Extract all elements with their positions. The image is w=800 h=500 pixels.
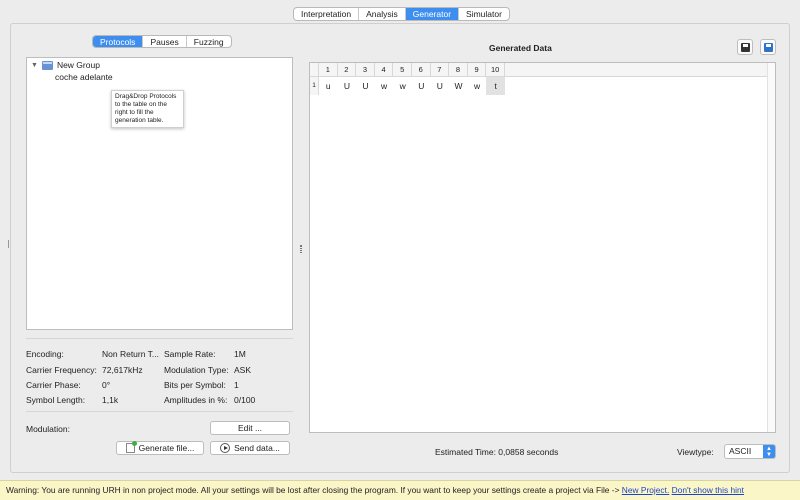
modulation-type-label: Modulation Type:: [164, 365, 229, 375]
expand-triangle-icon[interactable]: ▼: [31, 62, 38, 69]
tree-group-row[interactable]: ▼ New Group: [31, 60, 100, 70]
edit-modulation-button[interactable]: Edit ...: [210, 421, 290, 435]
estimated-time: Estimated Time: 0,0858 seconds: [435, 447, 559, 457]
warning-bar: Warning: You are running URH in non proj…: [0, 480, 800, 500]
column-header[interactable]: 5: [393, 63, 412, 77]
modulation-type-value: ASK: [234, 365, 252, 375]
chevron-updown-icon: ▲ ▼: [763, 445, 775, 458]
symbol-length-value: 1,1k: [102, 395, 119, 405]
tab-simulator[interactable]: Simulator: [459, 8, 509, 20]
bits-per-symbol-value: 1: [234, 380, 239, 390]
drag-drop-tooltip: Drag&Drop Protocols to the table on the …: [111, 90, 184, 128]
generated-data-table[interactable]: 1 2 3 4 5 6 7 8 9 10 1 u U U w w U U W w…: [309, 62, 776, 433]
table-cell[interactable]: U: [356, 77, 375, 95]
viewtype-label: Viewtype:: [677, 447, 714, 457]
send-data-button[interactable]: Send data...: [210, 441, 290, 455]
viewtype-select[interactable]: ASCII ▲ ▼: [724, 444, 776, 459]
amplitudes-value: 0/100: [234, 395, 256, 405]
amplitudes-label: Amplitudes in %:: [164, 395, 228, 405]
column-header[interactable]: 4: [375, 63, 394, 77]
generate-file-button[interactable]: Generate file...: [116, 441, 204, 455]
carrier-frequency-label: Carrier Frequency:: [26, 365, 97, 375]
bits-per-symbol-label: Bits per Symbol:: [164, 380, 226, 390]
encoding-value: Non Return T...: [102, 349, 160, 359]
table-cell[interactable]: w: [375, 77, 394, 95]
table-cell[interactable]: U: [431, 77, 450, 95]
sample-rate-label: Sample Rate:: [164, 349, 216, 359]
generated-data-title: Generated Data: [489, 43, 552, 53]
column-header[interactable]: 7: [431, 63, 450, 77]
table-cell[interactable]: w: [393, 77, 412, 95]
warning-text: Warning: You are running URH in non proj…: [6, 485, 622, 495]
symbol-length-label: Symbol Length:: [26, 395, 86, 405]
save-as-button[interactable]: [760, 39, 776, 55]
left-splitter-handle[interactable]: [8, 240, 9, 248]
send-data-label: Send data...: [234, 443, 280, 453]
table-header-row: 1 2 3 4 5 6 7 8 9 10: [310, 63, 775, 77]
tab-fuzzing[interactable]: Fuzzing: [187, 36, 231, 47]
column-header[interactable]: 1: [319, 63, 338, 77]
splitter-handle[interactable]: [300, 245, 302, 253]
main-tab-bar: Interpretation Analysis Generator Simula…: [293, 7, 510, 21]
tab-pauses[interactable]: Pauses: [143, 36, 187, 47]
divider: [26, 411, 293, 412]
column-header[interactable]: 6: [412, 63, 431, 77]
carrier-phase-label: Carrier Phase:: [26, 380, 81, 390]
generate-file-icon: [125, 441, 137, 453]
column-header[interactable]: 9: [468, 63, 487, 77]
save-as-icon: [763, 42, 773, 52]
table-cell[interactable]: U: [338, 77, 357, 95]
table-row: u U U w w U U W w t: [319, 77, 505, 95]
column-header[interactable]: 8: [449, 63, 468, 77]
divider: [26, 338, 293, 339]
tab-generator[interactable]: Generator: [405, 8, 460, 20]
carrier-phase-value: 0°: [102, 380, 111, 390]
column-header[interactable]: 10: [486, 63, 505, 77]
folder-icon: [41, 60, 53, 70]
sample-rate-value: 1M: [234, 349, 246, 359]
sub-tab-bar: Protocols Pauses Fuzzing: [92, 35, 232, 48]
column-header[interactable]: 3: [356, 63, 375, 77]
save-icon: [740, 42, 750, 52]
row-header[interactable]: 1: [310, 77, 319, 95]
tab-interpretation[interactable]: Interpretation: [294, 8, 360, 20]
tree-group-label: New Group: [56, 60, 100, 70]
save-button[interactable]: [737, 39, 753, 55]
table-cell[interactable]: w: [468, 77, 487, 95]
viewtype-value: ASCII: [729, 446, 752, 456]
carrier-frequency-value: 72,617kHz: [102, 365, 143, 375]
column-header[interactable]: 2: [338, 63, 357, 77]
table-cell[interactable]: u: [319, 77, 338, 95]
table-scrollbar[interactable]: [767, 63, 775, 432]
table-cell-selected[interactable]: t: [486, 77, 505, 95]
table-corner: [310, 63, 319, 77]
generate-file-label: Generate file...: [138, 443, 195, 453]
dont-show-hint-link[interactable]: Don't show this hint: [672, 485, 744, 495]
tab-analysis[interactable]: Analysis: [359, 8, 406, 20]
table-cell[interactable]: W: [449, 77, 468, 95]
tree-item-protocol[interactable]: coche adelante: [55, 72, 113, 82]
play-icon: [220, 443, 231, 453]
tab-protocols[interactable]: Protocols: [93, 36, 144, 47]
table-cell[interactable]: U: [412, 77, 431, 95]
modulation-label: Modulation:: [26, 424, 70, 434]
new-project-link[interactable]: New Project.: [622, 485, 669, 495]
encoding-label: Encoding:: [26, 349, 64, 359]
